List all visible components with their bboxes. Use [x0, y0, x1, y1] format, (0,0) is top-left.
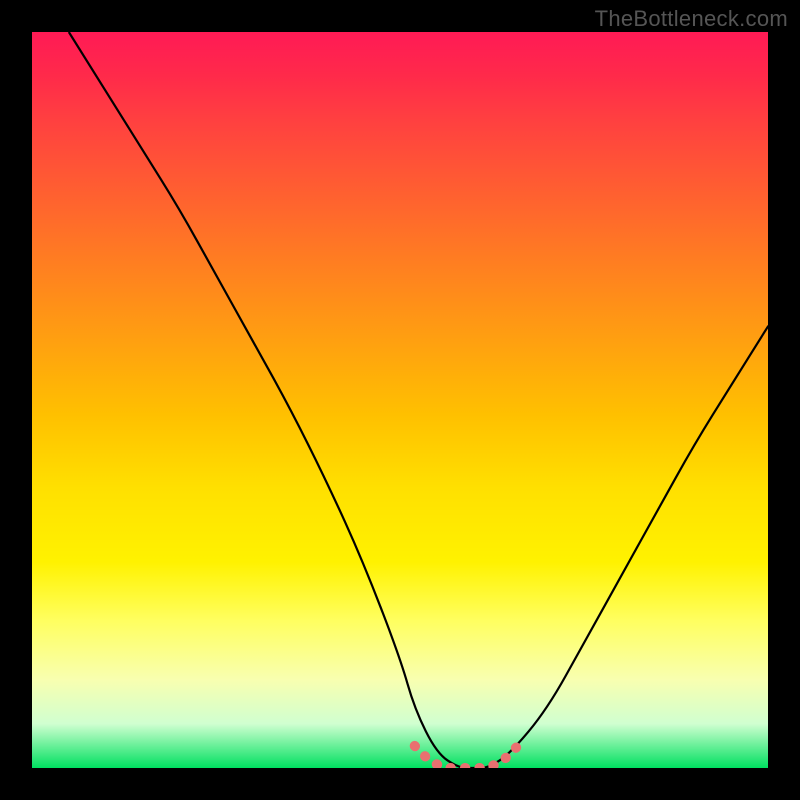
- chart-plot-area: [32, 32, 768, 768]
- watermark-text: TheBottleneck.com: [595, 6, 788, 32]
- optimal-range-marker: [415, 746, 518, 768]
- bottleneck-curve-line: [69, 32, 768, 768]
- chart-svg: [32, 32, 768, 768]
